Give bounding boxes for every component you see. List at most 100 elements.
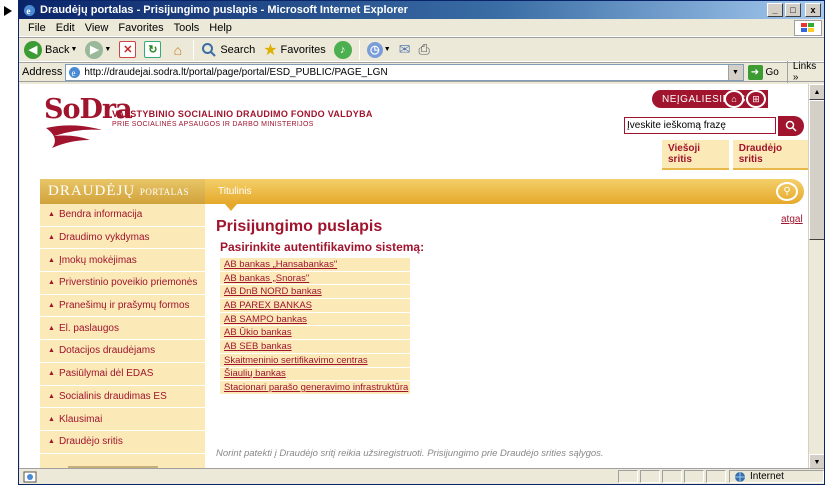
auth-option-dnb-nord[interactable]: AB DnB NORD bankas xyxy=(220,285,410,300)
bullet-icon: ▲ xyxy=(48,438,55,446)
close-button[interactable]: x xyxy=(805,3,821,17)
address-label: Address xyxy=(22,66,63,78)
forward-button[interactable]: ▶ ▼ xyxy=(82,39,114,61)
menu-help[interactable]: Help xyxy=(204,22,237,34)
sidebar-item-socialinis-es[interactable]: ▲ Socialinis draudimas ES xyxy=(40,386,205,409)
auth-option-signature-infrastructure[interactable]: Stacionari parašo generavimo infrastrukt… xyxy=(220,381,410,395)
scroll-up-icon[interactable]: ▲ xyxy=(809,84,824,100)
address-input[interactable]: e http://draudejai.sodra.lt/portal/page/… xyxy=(65,63,744,81)
refresh-button[interactable]: ↻ xyxy=(141,39,164,61)
stop-button[interactable]: ✕ xyxy=(116,39,139,61)
favorites-star-icon: ★ xyxy=(263,41,278,59)
magnifier-icon xyxy=(785,120,797,132)
selection-pointer-icon xyxy=(4,6,12,16)
auth-option-siauliu[interactable]: Šiaulių bankas xyxy=(220,367,410,382)
title-bar: e Draudėjų portalas - Prisijungimo pusla… xyxy=(19,1,824,19)
auth-option-snoras[interactable]: AB bankas „Snoras" xyxy=(220,271,410,286)
menu-tools[interactable]: Tools xyxy=(169,22,205,34)
print-button[interactable]: ⎙ xyxy=(415,39,432,61)
menu-file[interactable]: File xyxy=(23,22,51,34)
history-icon: ◷ xyxy=(366,41,383,58)
page-subtitle: Pasirinkite autentifikavimo sistemą: xyxy=(220,240,425,254)
sidebar-item-dotacijos[interactable]: ▲ Dotacijos draudėjams xyxy=(40,340,205,363)
site-search-input[interactable]: Įveskite ieškomą frazę xyxy=(624,117,776,134)
page-icon: e xyxy=(69,66,81,78)
auth-option-seb[interactable]: AB SEB bankas xyxy=(220,340,410,354)
forward-arrow-icon: ▶ xyxy=(85,40,104,59)
home-round-icon[interactable]: ⌂ xyxy=(724,90,744,108)
auth-system-list: AB bankas „Hansabankas" AB bankas „Snora… xyxy=(220,258,410,395)
sidebar-item-pasiulymai-edas[interactable]: ▲ Pasiūlymai dėl EDAS xyxy=(40,363,205,386)
menu-view[interactable]: View xyxy=(80,22,114,34)
sidebar-item-label: Draudimo vykdymas xyxy=(58,232,150,244)
tab-public-area[interactable]: Viešoji sritis xyxy=(662,140,729,170)
bullet-icon: ▲ xyxy=(48,347,55,355)
sidebar-item-priverstinio-poveikio[interactable]: ▲ Priverstinio poveikio priemonės xyxy=(40,272,205,295)
breadcrumb-pointer xyxy=(225,204,237,211)
back-link[interactable]: atgal xyxy=(781,214,803,225)
media-icon: ♪ xyxy=(333,40,352,59)
sidebar-item-bendra-informacija[interactable]: ▲ Bendra informacija xyxy=(40,204,205,227)
toolbar: ◀ Back ▼ ▶ ▼ ✕ ↻ ⌂ Search ★ Favorites ♪ xyxy=(19,37,824,62)
ie-window: e Draudėjų portalas - Prisijungimo pusla… xyxy=(18,0,825,485)
security-zone: Internet xyxy=(729,470,824,483)
mail-button[interactable]: ✉ xyxy=(396,39,414,61)
bullet-icon: ▲ xyxy=(48,279,55,287)
window-title: Draudėjų portalas - Prisijungimo puslapi… xyxy=(40,4,408,16)
search-icon xyxy=(202,42,217,57)
back-arrow-icon: ◀ xyxy=(24,40,42,59)
auth-option-digital-cert-center[interactable]: Skaitmeninio sertifikavimo centras xyxy=(220,353,410,368)
sidebar-item-draudimo-vykdymas[interactable]: ▲ Draudimo vykdymas xyxy=(40,227,205,250)
address-dropdown-icon[interactable]: ▼ xyxy=(727,64,743,80)
auth-option-sampo[interactable]: AB SAMPO bankas xyxy=(220,312,410,327)
auth-option-parex[interactable]: AB PAREX BANKAS xyxy=(220,299,410,313)
bullet-icon: ▲ xyxy=(48,234,55,242)
sidebar-item-el-paslaugos[interactable]: ▲ El. paslaugos xyxy=(40,317,205,341)
sidebar-item-pranesimu-formos[interactable]: ▲ Pranešimų ir prašymų formos xyxy=(40,295,205,318)
menu-bar: File Edit View Favorites Tools Help xyxy=(19,19,824,37)
sidebar-item-klausimai[interactable]: ▲ Klausimai xyxy=(40,408,205,431)
banner-search-icon[interactable]: ⚲ xyxy=(776,182,798,201)
globe-icon xyxy=(735,471,745,482)
sidebar-item-label: Įmokų mokėjimas xyxy=(58,254,137,266)
menu-edit[interactable]: Edit xyxy=(51,22,80,34)
tab-employer-area[interactable]: Draudėjo sritis xyxy=(732,140,810,170)
address-bar: Address e http://draudejai.sodra.lt/port… xyxy=(19,61,824,83)
sidebar-item-imoku-mokejimas[interactable]: ▲ Įmokų mokėjimas xyxy=(40,249,205,273)
status-cell xyxy=(618,470,638,483)
home-button[interactable]: ⌂ xyxy=(166,39,189,61)
bullet-icon: ▲ xyxy=(48,392,55,400)
org-name: VALSTYBINIO SOCIALINIO DRAUDIMO FONDO VA… xyxy=(112,109,373,119)
history-dropdown-icon: ▼ xyxy=(383,46,391,53)
registration-note: Norint patekti į Draudėjo sritį reikia u… xyxy=(216,448,604,459)
sitemap-round-icon[interactable]: ⊞ xyxy=(746,90,766,108)
vertical-scrollbar[interactable]: ▲ ▼ xyxy=(808,84,824,470)
auth-option-hansabankas[interactable]: AB bankas „Hansabankas" xyxy=(220,258,410,272)
bullet-icon: ▲ xyxy=(48,256,55,264)
mail-icon: ✉ xyxy=(398,41,411,57)
page-status-icon xyxy=(23,471,37,482)
scroll-thumb[interactable] xyxy=(809,100,824,240)
breadcrumb[interactable]: Titulinis xyxy=(218,186,252,197)
status-bar: Internet xyxy=(19,468,824,484)
minimize-button[interactable]: _ xyxy=(767,3,783,17)
zone-label: Internet xyxy=(750,471,784,482)
go-button[interactable]: ➜ Go xyxy=(747,64,779,80)
search-button[interactable]: Search xyxy=(198,39,258,61)
links-button[interactable]: Links » xyxy=(786,61,824,83)
bullet-icon: ▲ xyxy=(48,324,55,332)
site-search-button[interactable] xyxy=(778,116,804,136)
ie-icon: e xyxy=(24,4,35,16)
menu-favorites[interactable]: Favorites xyxy=(113,22,168,34)
sidebar-item-label: Socialinis draudimas ES xyxy=(58,390,167,402)
back-button[interactable]: ◀ Back ▼ xyxy=(21,39,80,61)
sidebar-item-label: Pranešimų ir prašymų formos xyxy=(58,300,190,312)
sidebar-item-draudejo-sritis[interactable]: ▲ Draudėjo sritis xyxy=(40,431,205,454)
maximize-button[interactable]: □ xyxy=(785,3,801,17)
bullet-icon: ▲ xyxy=(48,211,55,219)
media-button[interactable]: ♪ xyxy=(331,39,355,61)
favorites-button[interactable]: ★ Favorites xyxy=(260,39,329,61)
history-button[interactable]: ◷ ▼ xyxy=(364,39,394,61)
auth-option-ukio[interactable]: AB Ūkio bankas xyxy=(220,326,410,341)
forward-dropdown-icon: ▼ xyxy=(104,46,112,53)
